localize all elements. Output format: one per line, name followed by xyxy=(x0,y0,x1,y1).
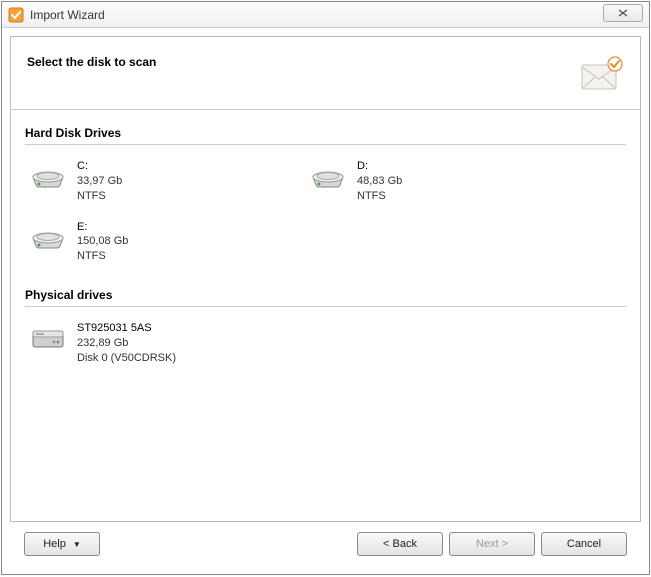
wizard-footer: Help ▼ < Back Next > Cancel xyxy=(10,522,641,566)
close-icon xyxy=(617,8,629,18)
close-button[interactable] xyxy=(603,4,643,22)
page-title: Select the disk to scan xyxy=(27,55,156,69)
help-label: Help xyxy=(43,538,66,550)
section-physical-header: Physical drives xyxy=(25,284,626,307)
drive-name: ST925031 5AS xyxy=(77,321,176,336)
drive-fs: NTFS xyxy=(357,189,402,204)
physical-grid: ST925031 5AS 232,89 Gb Disk 0 (V50CDRSK) xyxy=(25,317,626,370)
content-area: Hard Disk Drives C: xyxy=(11,110,640,521)
drive-item-d[interactable]: D: 48,83 Gb NTFS xyxy=(305,155,565,208)
help-button[interactable]: Help ▼ xyxy=(24,532,100,556)
wizard-header: Select the disk to scan xyxy=(11,37,640,109)
next-button[interactable]: Next > xyxy=(449,532,535,556)
hard-disk-grid: C: 33,97 Gb NTFS xyxy=(25,155,626,268)
wizard-panel: Select the disk to scan Hard Disk Drives xyxy=(10,36,641,522)
drive-size: 48,83 Gb xyxy=(357,174,402,189)
titlebar: Import Wizard xyxy=(2,2,649,28)
drive-name: D: xyxy=(357,159,402,174)
mail-icon xyxy=(576,55,624,95)
hard-drive-icon xyxy=(309,159,347,191)
drive-fs: NTFS xyxy=(77,249,128,264)
drive-size: 33,97 Gb xyxy=(77,174,122,189)
drive-item-c[interactable]: C: 33,97 Gb NTFS xyxy=(25,155,285,208)
hard-drive-icon xyxy=(29,159,67,191)
drive-size: 232,89 Gb xyxy=(77,336,176,351)
next-label: Next > xyxy=(476,538,508,550)
section-hard-disk-header: Hard Disk Drives xyxy=(25,122,626,145)
window-title: Import Wizard xyxy=(30,8,105,22)
drive-item-physical-0[interactable]: ST925031 5AS 232,89 Gb Disk 0 (V50CDRSK) xyxy=(25,317,285,370)
chevron-down-icon: ▼ xyxy=(73,540,81,549)
drive-info: E: 150,08 Gb NTFS xyxy=(77,220,128,265)
drive-info: C: 33,97 Gb NTFS xyxy=(77,159,122,204)
drive-info: D: 48,83 Gb NTFS xyxy=(357,159,402,204)
hard-drive-icon xyxy=(29,220,67,252)
drive-extra: Disk 0 (V50CDRSK) xyxy=(77,351,176,366)
drive-name: E: xyxy=(77,220,128,235)
cancel-button[interactable]: Cancel xyxy=(541,532,627,556)
drive-fs: NTFS xyxy=(77,189,122,204)
drive-item-e[interactable]: E: 150,08 Gb NTFS xyxy=(25,216,285,269)
drive-info: ST925031 5AS 232,89 Gb Disk 0 (V50CDRSK) xyxy=(77,321,176,366)
physical-drive-icon xyxy=(29,321,67,353)
back-label: < Back xyxy=(383,538,417,550)
wizard-window: Import Wizard Select the disk to scan xyxy=(1,1,650,575)
inner-container: Select the disk to scan Hard Disk Drives xyxy=(2,28,649,574)
drive-name: C: xyxy=(77,159,122,174)
back-button[interactable]: < Back xyxy=(357,532,443,556)
app-icon xyxy=(8,7,24,23)
cancel-label: Cancel xyxy=(567,538,601,550)
drive-size: 150,08 Gb xyxy=(77,234,128,249)
